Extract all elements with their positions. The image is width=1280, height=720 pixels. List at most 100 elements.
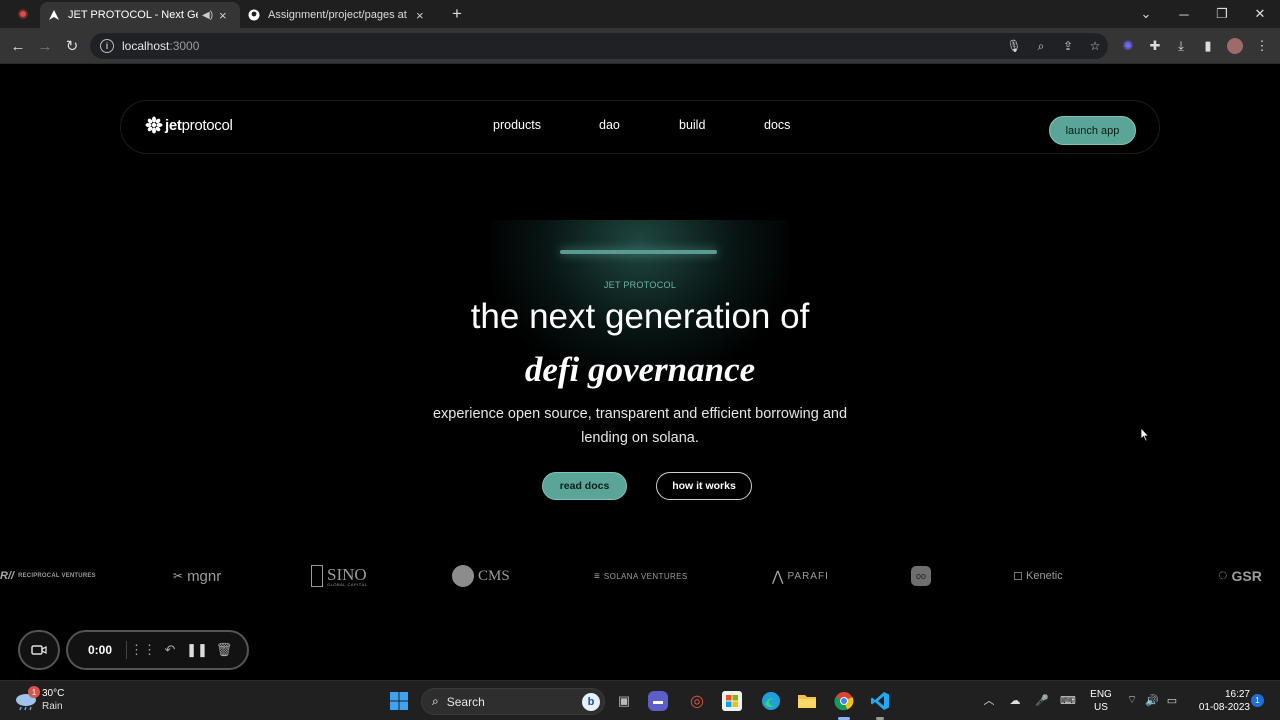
browser-tab-strip: JET PROTOCOL - Next Generation of DeFi G… (0, 0, 1280, 28)
partner-solana-ventures: ≡ SOLANA VENTURES (594, 570, 688, 582)
tab-search-icon[interactable]: ⌄ (1127, 0, 1165, 28)
weather-condition: Rain (42, 701, 63, 712)
restore-button[interactable]: ❐ (1203, 0, 1241, 28)
launch-app-button[interactable]: launch app (1049, 116, 1136, 145)
language-indicator[interactable]: ENG US (1086, 688, 1116, 714)
partner-reciprocal-ventures: R// RECIPROCAL VENTURES (0, 570, 96, 582)
address-bar[interactable]: i localhost:3000 🎙 ⌕ ⇪ ☆ (90, 33, 1108, 59)
close-tab-icon[interactable]: × (416, 8, 424, 23)
pause-icon[interactable]: ❚❚ (186, 641, 208, 659)
partner-parafi: ⋀ PARAFI (772, 567, 829, 584)
tab-title: Assignment/project/pages at main (268, 9, 410, 21)
extension-gear-icon[interactable]: ✺ (1120, 38, 1136, 54)
taskbar-search[interactable]: ⌕ Search b (421, 688, 605, 715)
github-icon (248, 9, 260, 21)
downloads-icon[interactable]: ⤓ (1173, 38, 1189, 54)
cms-logo-icon (452, 565, 474, 587)
chrome-menu-icon[interactable]: ⋮ (1254, 38, 1270, 54)
jet-protocol-logo[interactable]: jetprotocol (145, 116, 233, 134)
speaker-icon[interactable]: ◀) (202, 10, 213, 21)
nav-link-build[interactable]: build (679, 118, 705, 132)
search-label: Search (446, 694, 485, 709)
notification-badge[interactable]: 1 (1251, 694, 1264, 707)
minimize-button[interactable]: ─ (1165, 0, 1203, 28)
share-icon[interactable]: ⇪ (1061, 39, 1075, 53)
edge-icon[interactable] (759, 689, 783, 713)
task-view-icon[interactable]: ▣ (612, 689, 636, 713)
read-docs-button[interactable]: read docs (542, 472, 627, 500)
microphone-tray-icon[interactable]: 🎤 (1033, 691, 1051, 709)
bookmark-star-icon[interactable]: ☆ (1088, 39, 1102, 53)
hero-eyebrow: JET PROTOCOL (603, 280, 677, 290)
record-indicator-icon (18, 9, 28, 19)
recorder-divider (126, 641, 127, 659)
screen: JET PROTOCOL - Next Generation of DeFi G… (0, 0, 1280, 720)
camera-toggle-button[interactable] (18, 630, 60, 670)
tab-jet-protocol[interactable]: JET PROTOCOL - Next Generation of DeFi G… (40, 2, 240, 28)
mouse-cursor-icon (1140, 427, 1150, 442)
nav-link-dao[interactable]: dao (599, 118, 620, 132)
url-text: localhost:3000 (122, 39, 200, 53)
hero-headline: the next generation of (470, 297, 810, 336)
tab-title: JET PROTOCOL - Next Generation of DeFi G… (68, 9, 198, 21)
partner-gsr: ◌ GSR (1218, 567, 1262, 584)
battery-icon[interactable]: ▭ (1163, 691, 1181, 709)
volume-icon[interactable]: 🔊 (1143, 691, 1161, 709)
video-camera-icon (31, 645, 47, 655)
hero-headline-emphasis: defi governance (524, 350, 756, 389)
undo-icon[interactable]: ↶ (161, 641, 179, 659)
sino-logo-icon (311, 565, 323, 587)
hero-subtitle: experience open source, transparent and … (432, 406, 848, 446)
reload-button[interactable]: ↻ (61, 35, 83, 57)
tab-github[interactable]: Assignment/project/pages at main × (240, 2, 437, 28)
site-info-icon[interactable]: i (100, 39, 114, 53)
jet-favicon (48, 9, 60, 21)
app-icon-red[interactable]: ◎ (685, 689, 709, 713)
reciprocal-logo-icon: R// (0, 570, 15, 582)
close-window-button[interactable]: ✕ (1241, 0, 1279, 28)
solana-logo-icon: ≡ (594, 570, 600, 582)
recording-time: 0:00 (88, 643, 113, 657)
show-hidden-icons[interactable]: ︿ (980, 691, 998, 709)
trash-icon[interactable]: 🗑 (215, 641, 233, 659)
close-tab-icon[interactable]: × (219, 8, 227, 23)
side-panel-icon[interactable]: ▮ (1200, 38, 1216, 54)
how-it-works-button[interactable]: how it works (656, 472, 752, 500)
new-tab-button[interactable]: + (448, 4, 466, 24)
partner-mgnr: ✂ mgnr (173, 567, 222, 585)
zoom-icon[interactable]: ⌕ (1034, 39, 1048, 53)
vscode-icon[interactable] (868, 689, 892, 713)
jet-logo-icon (145, 116, 163, 134)
browser-toolbar: ← → ↻ i localhost:3000 🎙 ⌕ ⇪ ☆ (0, 28, 1280, 64)
weather-temperature: 30°C (42, 688, 65, 699)
nav-link-docs[interactable]: docs (764, 118, 790, 132)
weather-widget[interactable]: 1 30°C Rain (14, 686, 65, 713)
teams-chat-icon[interactable]: ▬ (648, 691, 668, 711)
nav-link-products[interactable]: products (493, 118, 541, 132)
system-clock[interactable]: 16:27 01-08-2023 (1186, 688, 1250, 714)
hero-light-bar (560, 250, 717, 254)
rain-cloud-icon: 1 (14, 686, 40, 712)
partner-cms: CMS (452, 562, 510, 590)
recorder-controls: 0:00 ⋮⋮ ↶ ❚❚ 🗑 (66, 630, 249, 670)
grid-icon[interactable]: ⋮⋮ (130, 641, 156, 659)
chrome-icon[interactable] (832, 689, 856, 713)
windows-start-icon[interactable] (387, 689, 411, 713)
parafi-logo-icon: ⋀ (772, 567, 784, 584)
bing-icon: b (582, 692, 600, 711)
partner-kenetic: Kenetic (1014, 562, 1063, 590)
partner-robot: oo (911, 562, 935, 590)
kenetic-logo-icon (1014, 572, 1022, 580)
profile-avatar[interactable] (1227, 38, 1243, 54)
extensions-puzzle-icon[interactable]: ✚ (1147, 38, 1163, 54)
onedrive-icon[interactable]: ☁ (1006, 691, 1024, 709)
microphone-icon[interactable]: 🎙 (1006, 39, 1021, 53)
forward-button[interactable]: → (34, 35, 56, 57)
logo-text: jetprotocol (165, 116, 233, 134)
keyboard-icon[interactable]: ⌨ (1059, 691, 1077, 709)
wifi-icon[interactable]: ⌔ (1123, 691, 1141, 709)
microsoft-store-icon[interactable] (722, 691, 742, 711)
back-button[interactable]: ← (7, 35, 29, 57)
file-explorer-icon[interactable] (795, 689, 819, 713)
site-navbar: jetprotocol products dao build docs laun… (120, 100, 1160, 154)
